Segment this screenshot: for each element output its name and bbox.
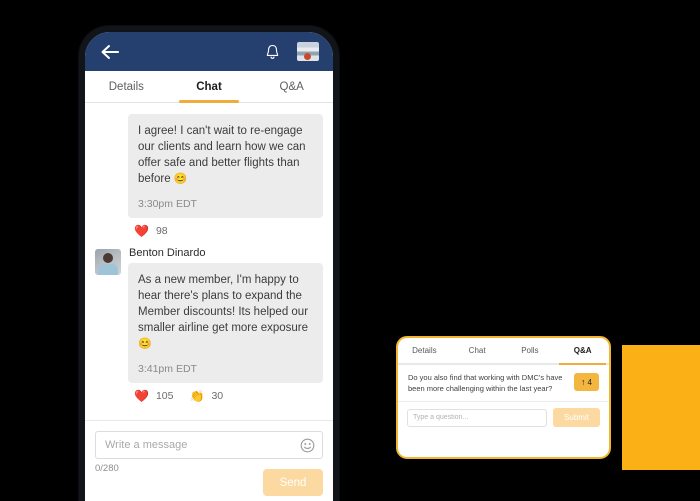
smiley-icon[interactable]	[300, 438, 315, 453]
qa-tab-polls[interactable]: Polls	[504, 338, 557, 363]
app-header	[85, 32, 333, 71]
screenshot-stage: Details Chat Q&A I agree! I can't wait t…	[0, 0, 700, 501]
decorative-orange-block	[622, 345, 700, 470]
heart-icon: ❤️	[134, 389, 149, 403]
qa-tab-qa[interactable]: Q&A	[556, 338, 609, 365]
character-counter: 0/280	[95, 463, 119, 474]
chat-message: I agree! I can't wait to re-engage our c…	[95, 114, 323, 237]
message-body: I agree! I can't wait to re-engage our c…	[138, 125, 306, 185]
message-body: As a new member, I'm happy to hear there…	[138, 274, 309, 334]
qa-submit-button[interactable]: Submit	[553, 408, 600, 427]
heart-reaction-count: 105	[155, 390, 174, 402]
qa-question-row: Do you also find that working with DMC's…	[398, 365, 609, 402]
qa-question-text: Do you also find that working with DMC's…	[408, 373, 563, 393]
qa-tab-chat[interactable]: Chat	[451, 338, 504, 363]
message-input[interactable]	[103, 438, 300, 452]
qa-composer: Submit	[398, 408, 609, 427]
message-text: I agree! I can't wait to re-engage our c…	[138, 123, 313, 187]
heart-reaction[interactable]: ❤️ 105	[134, 390, 173, 402]
qa-panel: Details Chat Polls Q&A Do you also find …	[396, 336, 611, 459]
tab-qa[interactable]: Q&A	[250, 71, 333, 102]
message-timestamp: 3:30pm EDT	[138, 198, 197, 210]
message-column: Benton Dinardo As a new member, I'm happ…	[128, 247, 323, 402]
heart-reaction[interactable]: ❤️ 98	[134, 225, 168, 237]
event-thumbnail[interactable]	[297, 42, 319, 61]
tab-details[interactable]: Details	[85, 71, 168, 102]
tab-details-label: Details	[108, 80, 144, 93]
chat-message-list[interactable]: I agree! I can't wait to re-engage our c…	[85, 103, 333, 421]
tab-qa-label: Q&A	[279, 80, 304, 93]
message-input-wrapper[interactable]	[95, 431, 323, 459]
message-bubble: I agree! I can't wait to re-engage our c…	[128, 114, 323, 218]
message-text: As a new member, I'm happy to hear there…	[138, 272, 313, 352]
message-timestamp: 3:41pm EDT	[138, 363, 197, 375]
up-arrow-icon: ↑	[581, 377, 586, 387]
upvote-button[interactable]: ↑ 4	[574, 373, 599, 391]
qa-tab-details[interactable]: Details	[398, 338, 451, 363]
message-emoji: 😊	[138, 338, 152, 350]
message-bubble: As a new member, I'm happy to hear there…	[128, 263, 323, 383]
clap-reaction-count: 30	[211, 390, 224, 402]
qa-tab-details-label: Details	[412, 346, 437, 355]
bell-icon[interactable]	[261, 41, 283, 63]
heart-icon: ❤️	[134, 224, 149, 238]
phone-frame: Details Chat Q&A I agree! I can't wait t…	[79, 26, 339, 501]
back-arrow-icon[interactable]	[99, 41, 121, 63]
qa-tab-chat-label: Chat	[468, 346, 486, 355]
upvote-count: 4	[587, 377, 592, 387]
message-sender-name: Benton Dinardo	[129, 247, 206, 259]
reaction-bar: ❤️ 98	[95, 225, 323, 237]
composer-footer: 0/280 Send	[95, 463, 323, 496]
heart-reaction-count: 98	[155, 225, 168, 237]
message-composer: 0/280 Send	[85, 420, 333, 501]
phone-tab-bar: Details Chat Q&A	[85, 71, 333, 103]
qa-question-input[interactable]	[407, 408, 547, 427]
tab-chat-label: Chat	[196, 80, 222, 93]
send-button[interactable]: Send	[263, 469, 323, 496]
qa-tab-polls-label: Polls	[521, 346, 539, 355]
avatar[interactable]	[95, 249, 121, 275]
qa-tab-bar: Details Chat Polls Q&A	[398, 338, 609, 365]
phone-screen: Details Chat Q&A I agree! I can't wait t…	[85, 32, 333, 501]
tab-chat[interactable]: Chat	[168, 71, 251, 103]
reaction-bar: ❤️ 105 👏 30	[128, 390, 323, 402]
clap-icon: 👏	[189, 389, 205, 403]
clap-reaction[interactable]: 👏 30	[189, 390, 223, 402]
message-emoji: 😊	[173, 173, 188, 185]
chat-message: Benton Dinardo As a new member, I'm happ…	[95, 247, 323, 402]
qa-tab-qa-label: Q&A	[573, 346, 592, 355]
